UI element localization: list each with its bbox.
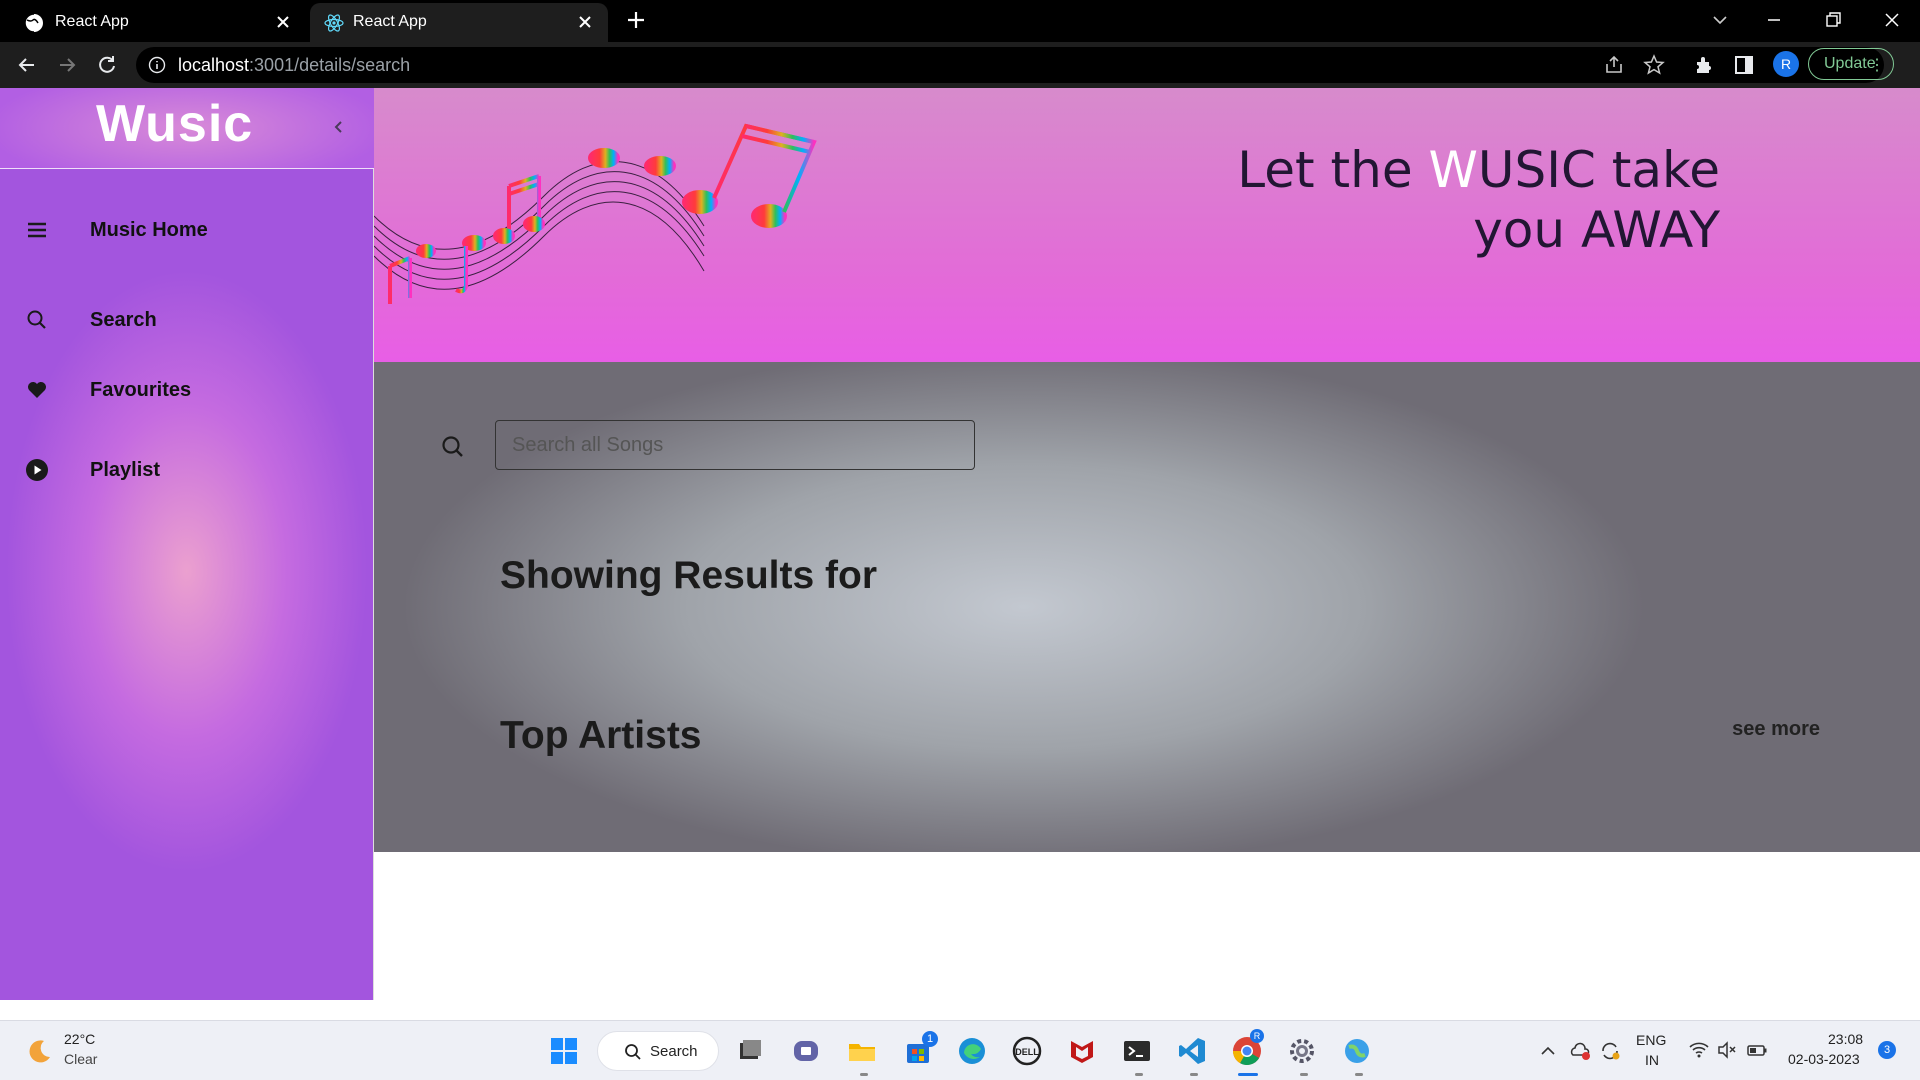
- hero-tagline: Let the WUSIC take you AWAY: [1237, 140, 1720, 260]
- file-explorer-icon[interactable]: [846, 1035, 878, 1067]
- logo-area: Wusic: [0, 88, 374, 169]
- vscode-icon[interactable]: [1176, 1035, 1208, 1067]
- url-path: :3001/details/search: [249, 55, 411, 75]
- clock-time[interactable]: 23:08: [1828, 1031, 1863, 1047]
- top-artists-heading: Top Artists: [500, 714, 702, 757]
- chevron-left-icon[interactable]: [330, 118, 348, 136]
- running-indicator: [1300, 1073, 1308, 1076]
- tab-search-icon[interactable]: [1706, 6, 1734, 34]
- sidebar-item-search[interactable]: Search: [0, 298, 374, 342]
- heart-icon: [28, 382, 46, 398]
- moon-icon[interactable]: [24, 1037, 54, 1067]
- edge-icon[interactable]: [956, 1035, 988, 1067]
- taskbar-search-label: Search: [650, 1043, 698, 1060]
- sidebar-item-label: Favourites: [90, 379, 192, 401]
- sync-icon[interactable]: [1598, 1039, 1622, 1063]
- mcafee-icon[interactable]: [1066, 1035, 1098, 1067]
- windows-taskbar: 22°C Clear Search 1 DELL R ENG IN 23:08 …: [0, 1020, 1920, 1080]
- volume-muted-icon[interactable]: [1716, 1039, 1738, 1061]
- task-view-icon[interactable]: [734, 1035, 766, 1067]
- url-text: localhost:3001/details/search: [178, 55, 410, 76]
- results-heading: Showing Results for: [500, 554, 878, 597]
- sidebar-item-music-home[interactable]: Music Home: [0, 208, 374, 252]
- app-logo[interactable]: Wusic: [96, 94, 253, 154]
- search-input[interactable]: [495, 420, 975, 470]
- chevron-up-icon[interactable]: [1538, 1041, 1558, 1061]
- sidebar: Wusic Music Home Search Favourites Playl…: [0, 88, 374, 1000]
- tagline-line-1: Let the WUSIC take: [1237, 140, 1720, 200]
- browser-tab-2[interactable]: React App: [310, 3, 608, 42]
- react-icon: [324, 14, 344, 32]
- search-icon[interactable]: [440, 434, 466, 460]
- minimize-icon[interactable]: [1760, 6, 1788, 34]
- earth-app-icon[interactable]: [1341, 1035, 1373, 1067]
- notification-badge[interactable]: 3: [1878, 1041, 1896, 1059]
- info-icon[interactable]: [148, 56, 166, 74]
- share-icon[interactable]: [1602, 53, 1626, 77]
- update-label: Update: [1824, 55, 1876, 72]
- browser-tab-strip: React App React App: [0, 0, 1920, 42]
- tagline-line-2: you AWAY: [1473, 201, 1720, 259]
- play-circle-icon: [26, 459, 48, 481]
- close-icon[interactable]: [574, 11, 596, 33]
- tagline-highlight: W: [1428, 141, 1478, 199]
- window-close-icon[interactable]: [1878, 6, 1906, 34]
- language-top[interactable]: ENG: [1636, 1032, 1666, 1048]
- weather-condition: Clear: [64, 1051, 98, 1067]
- search-icon: [625, 1044, 641, 1060]
- profile-avatar[interactable]: R: [1773, 51, 1799, 77]
- side-panel-icon[interactable]: [1732, 53, 1756, 77]
- search-content: Showing Results for Top Artists see more: [374, 362, 1920, 852]
- svg-text:DELL: DELL: [1015, 1047, 1039, 1057]
- sidebar-item-label: Music Home: [90, 219, 208, 241]
- active-indicator: [1238, 1073, 1258, 1076]
- onedrive-error-icon[interactable]: [1568, 1039, 1592, 1063]
- forward-icon[interactable]: [54, 52, 80, 78]
- dell-icon[interactable]: DELL: [1011, 1035, 1043, 1067]
- back-icon[interactable]: [14, 52, 40, 78]
- settings-gear-icon[interactable]: [1286, 1035, 1318, 1067]
- running-indicator: [1135, 1073, 1143, 1076]
- extensions-icon[interactable]: [1692, 53, 1716, 77]
- teams-chat-icon[interactable]: [790, 1035, 822, 1067]
- menu-icon: [28, 222, 46, 238]
- browser-toolbar: localhost:3001/details/search R Update ⋮: [0, 42, 1920, 88]
- tab-title: React App: [55, 13, 129, 30]
- new-tab-icon[interactable]: [624, 8, 648, 32]
- language-bottom[interactable]: IN: [1645, 1052, 1659, 1068]
- windows-start-icon[interactable]: [548, 1035, 580, 1067]
- running-indicator: [1355, 1073, 1363, 1076]
- hero-banner: Let the WUSIC take you AWAY: [374, 88, 1920, 362]
- reload-icon[interactable]: [94, 52, 120, 78]
- sidebar-item-playlist[interactable]: Playlist: [0, 448, 374, 492]
- music-notes-illustration: [374, 108, 817, 304]
- sidebar-item-label: Playlist: [90, 459, 161, 481]
- tab-title: React App: [353, 13, 427, 30]
- taskbar-search[interactable]: Search: [597, 1031, 719, 1071]
- store-badge: 1: [922, 1031, 938, 1047]
- more-menu-icon[interactable]: ⋮: [1869, 55, 1885, 75]
- url-host: localhost: [178, 55, 250, 75]
- battery-icon[interactable]: [1746, 1039, 1768, 1061]
- update-button[interactable]: Update ⋮: [1808, 48, 1894, 80]
- search-icon: [27, 310, 46, 329]
- restore-icon[interactable]: [1819, 6, 1847, 34]
- chrome-profile-badge: R: [1250, 1029, 1264, 1043]
- clock-date[interactable]: 02-03-2023: [1788, 1051, 1860, 1067]
- running-indicator: [1190, 1073, 1198, 1076]
- tagline-post: USIC take: [1477, 141, 1720, 199]
- weather-temperature: 22°C: [64, 1031, 96, 1047]
- bookmark-star-icon[interactable]: [1642, 53, 1666, 77]
- tagline-pre: Let the: [1237, 141, 1429, 199]
- close-icon[interactable]: [272, 11, 294, 33]
- browser-tab-1[interactable]: React App: [0, 3, 306, 42]
- wifi-icon[interactable]: [1688, 1039, 1710, 1061]
- sidebar-item-favourites[interactable]: Favourites: [0, 368, 374, 412]
- see-more-link[interactable]: see more: [1732, 718, 1820, 741]
- terminal-icon[interactable]: [1121, 1035, 1153, 1067]
- running-indicator: [860, 1073, 868, 1076]
- sidebar-item-label: Search: [90, 309, 157, 331]
- globe-icon: [24, 13, 43, 33]
- address-bar[interactable]: localhost:3001/details/search: [136, 47, 1884, 83]
